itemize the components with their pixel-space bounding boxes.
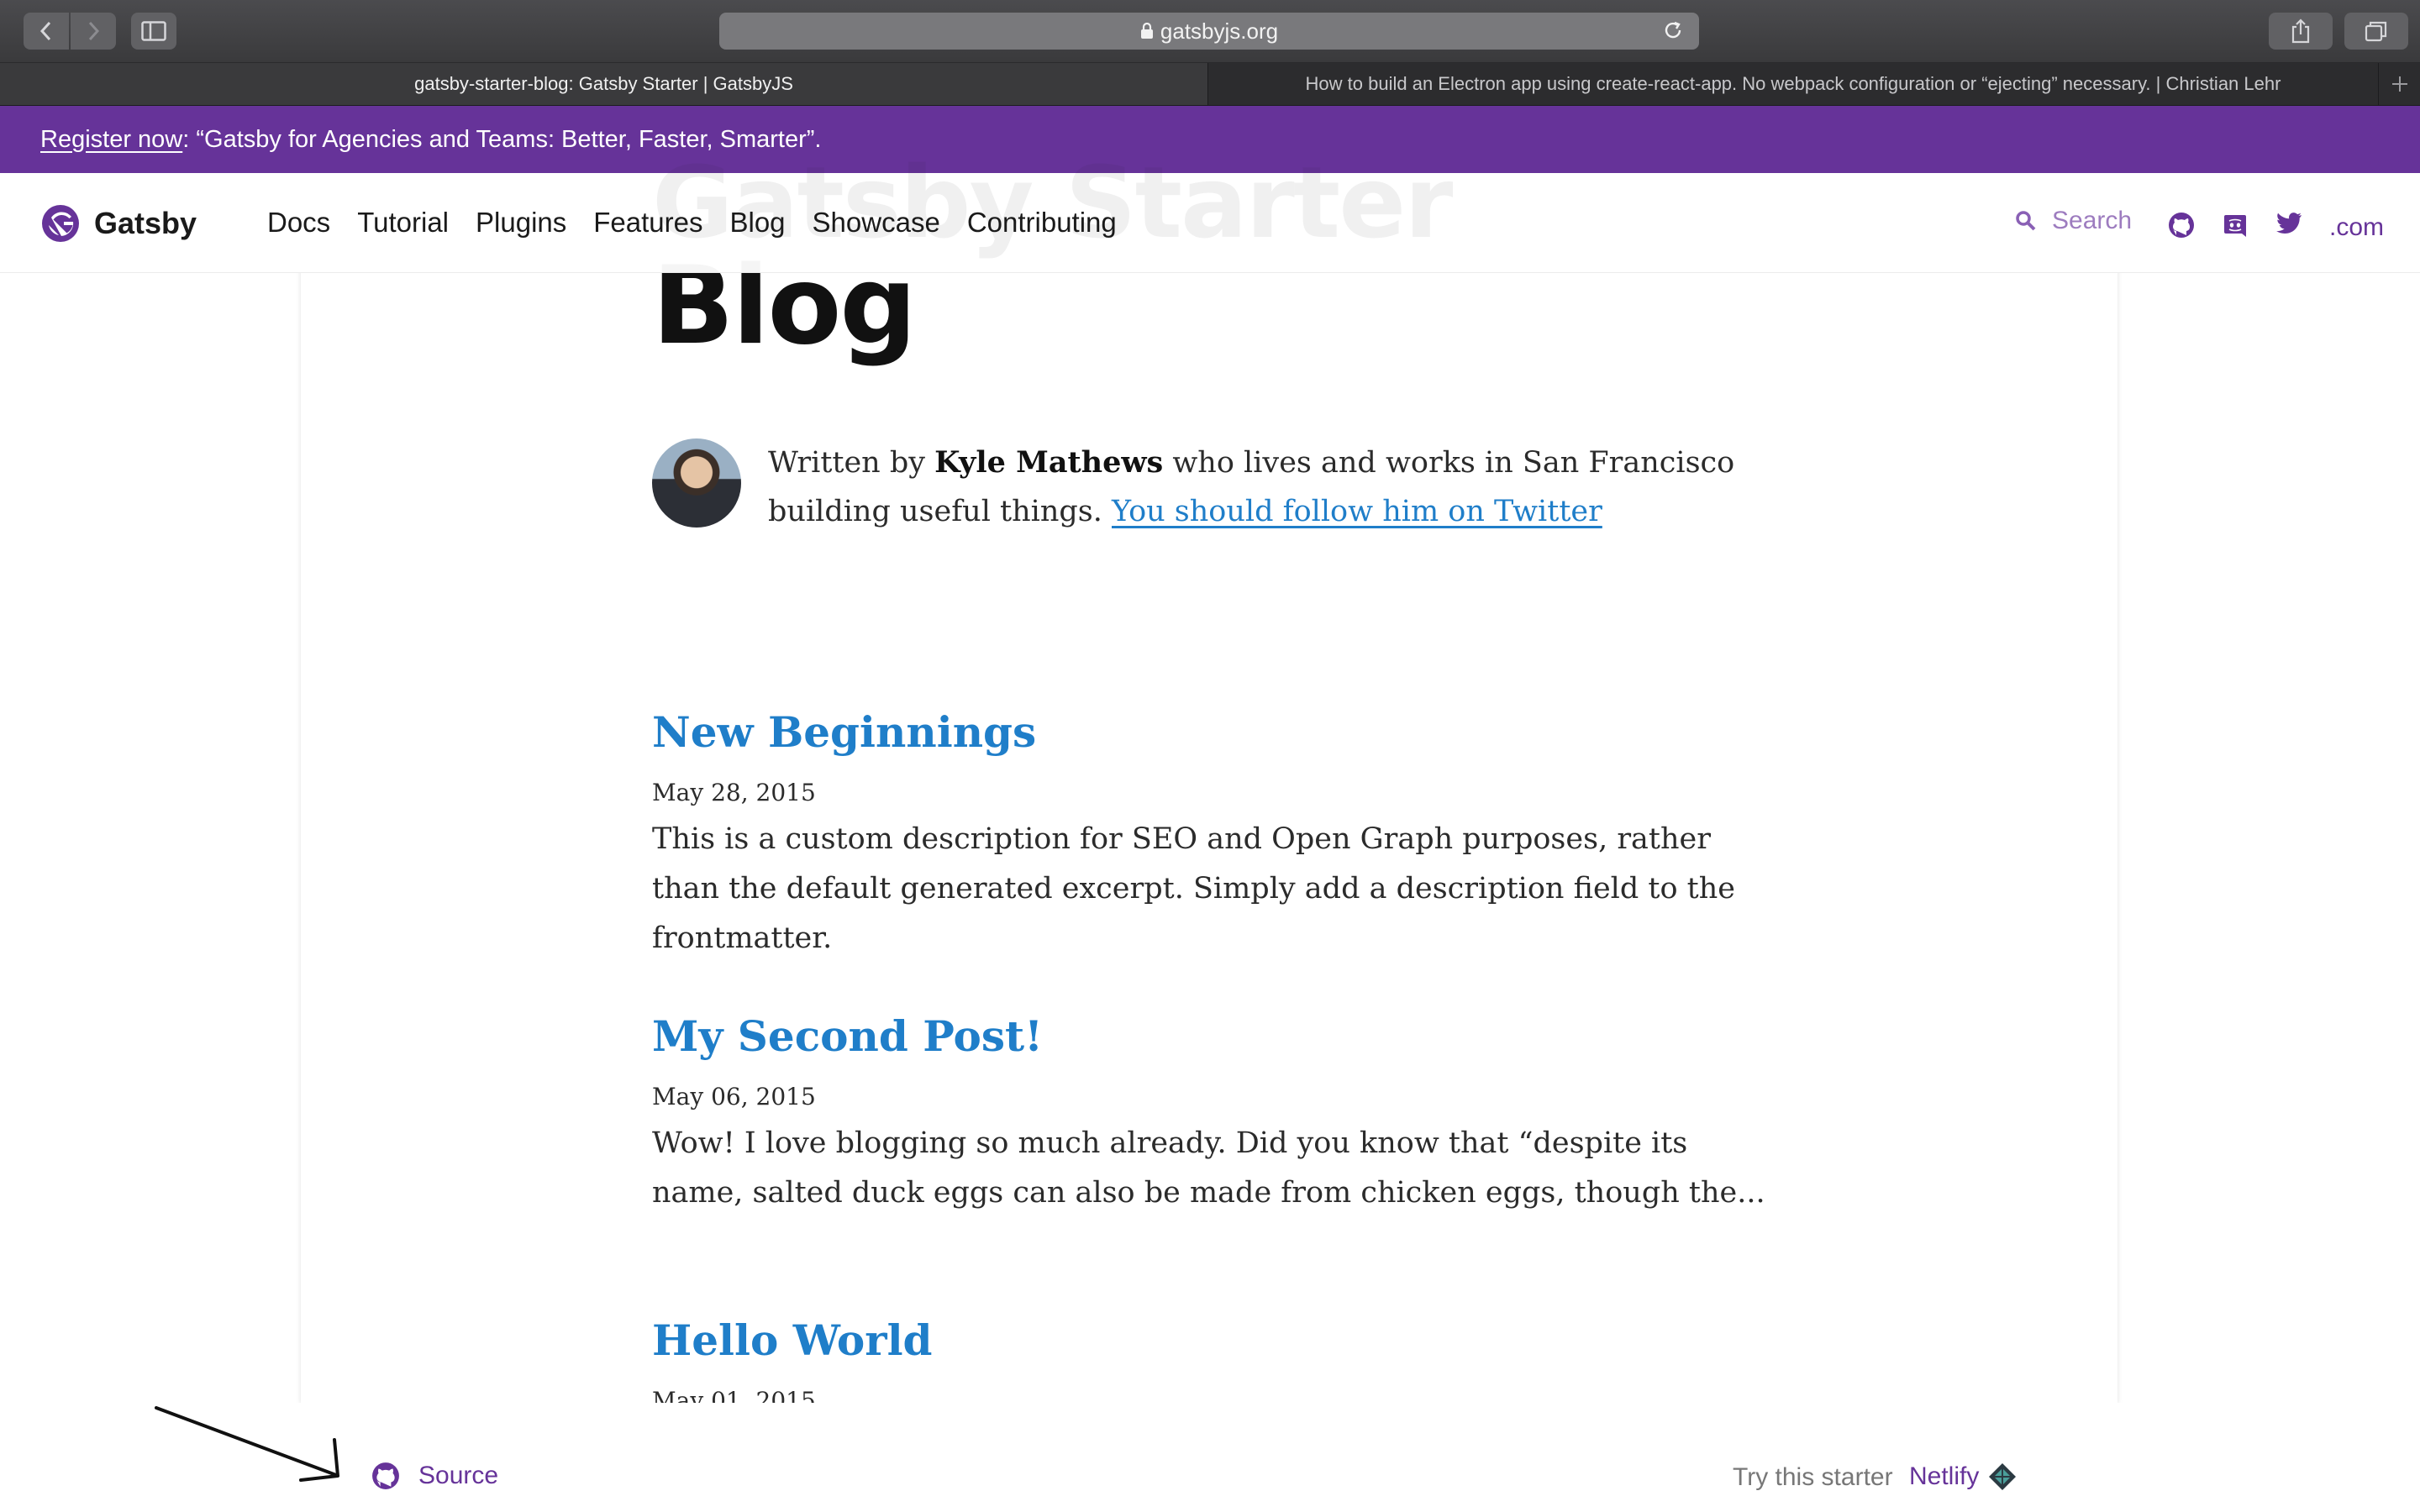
- source-link[interactable]: Source: [371, 1462, 498, 1490]
- back-button[interactable]: [24, 13, 69, 50]
- page-footer: Source Try this starter Netlify: [0, 1403, 2420, 1512]
- brand-name: Gatsby: [94, 206, 197, 240]
- netlify-deploy-link[interactable]: Netlify: [1909, 1462, 2018, 1492]
- nav-tutorial[interactable]: Tutorial: [357, 207, 449, 239]
- post-excerpt: This is a custom description for SEO and…: [652, 822, 1735, 955]
- browser-toolbar: gatsbyjs.org: [0, 0, 2420, 63]
- bio-prefix: Written by: [768, 446, 935, 480]
- tab-gatsby-starter-blog[interactable]: gatsby-starter-blog: Gatsby Starter | Ga…: [0, 63, 1208, 105]
- forward-button[interactable]: [71, 13, 116, 50]
- address-bar[interactable]: gatsbyjs.org: [719, 13, 1699, 50]
- dotcom-link[interactable]: .com: [2329, 213, 2384, 242]
- annotation-arrow: [155, 1406, 339, 1482]
- tab-overview-button[interactable]: [2344, 13, 2408, 50]
- bio-text: Written by Kyle Mathews who lives and wo…: [768, 438, 1778, 536]
- gatsby-logo[interactable]: Gatsby: [40, 203, 197, 244]
- nav-plugins[interactable]: Plugins: [476, 207, 566, 239]
- github-icon[interactable]: [2168, 212, 2195, 239]
- register-now-link[interactable]: Register now: [40, 126, 182, 154]
- post-title-link[interactable]: Hello World: [652, 1315, 1778, 1365]
- source-label: Source: [418, 1462, 499, 1489]
- search-placeholder: Search: [2052, 207, 2133, 234]
- post-title-link[interactable]: New Beginnings: [652, 707, 1778, 757]
- lock-icon: [1140, 23, 1154, 39]
- new-tab-button[interactable]: [2378, 63, 2420, 105]
- list-item: Hello World May 01, 2015: [652, 1315, 1778, 1403]
- post-date: May 01, 2015: [652, 1387, 816, 1403]
- try-starter-label: Try this starter: [1733, 1463, 1893, 1491]
- chevron-left-icon: [39, 21, 51, 41]
- post-title-link[interactable]: My Second Post!: [652, 1011, 1778, 1061]
- twitter-icon[interactable]: [2275, 212, 2302, 235]
- sidebar-toggle-button[interactable]: [131, 13, 176, 50]
- avatar: [652, 438, 741, 528]
- tabs-icon: [2365, 21, 2387, 42]
- author-bio: Written by Kyle Mathews who lives and wo…: [652, 438, 1778, 536]
- tab-bar: gatsby-starter-blog: Gatsby Starter | Ga…: [0, 63, 2420, 106]
- nav-docs[interactable]: Docs: [267, 207, 330, 239]
- faded-page-title: Gatsby Starter: [652, 144, 1453, 260]
- url-text: gatsbyjs.org: [1160, 18, 1279, 44]
- sidebar-icon: [141, 21, 166, 41]
- share-icon: [2291, 18, 2310, 44]
- discord-icon[interactable]: [2222, 212, 2249, 239]
- post-excerpt: Wow! I love blogging so much already. Di…: [652, 1126, 1765, 1210]
- reload-icon[interactable]: [1662, 19, 1684, 41]
- twitter-follow-link[interactable]: You should follow him on Twitter: [1112, 495, 1602, 528]
- plus-icon: [2392, 76, 2407, 92]
- list-item: New Beginnings May 28, 2015 This is a cu…: [652, 707, 1778, 963]
- tab-electron-article[interactable]: How to build an Electron app using creat…: [1209, 63, 2377, 105]
- post-date: May 06, 2015: [652, 1083, 816, 1110]
- github-icon: [372, 1462, 399, 1489]
- gatsby-logo-icon: [42, 205, 79, 242]
- netlify-icon: [1989, 1463, 2017, 1490]
- post-date: May 28, 2015: [652, 779, 816, 806]
- search-icon: [2016, 211, 2036, 231]
- list-item: My Second Post! May 06, 2015 Wow! I love…: [652, 1011, 1778, 1218]
- share-button[interactable]: [2269, 13, 2333, 50]
- chevron-right-icon: [88, 21, 100, 41]
- author-name: Kyle Mathews: [934, 445, 1164, 480]
- search-input[interactable]: Search: [2015, 207, 2132, 235]
- netlify-label: Netlify: [1909, 1462, 1980, 1490]
